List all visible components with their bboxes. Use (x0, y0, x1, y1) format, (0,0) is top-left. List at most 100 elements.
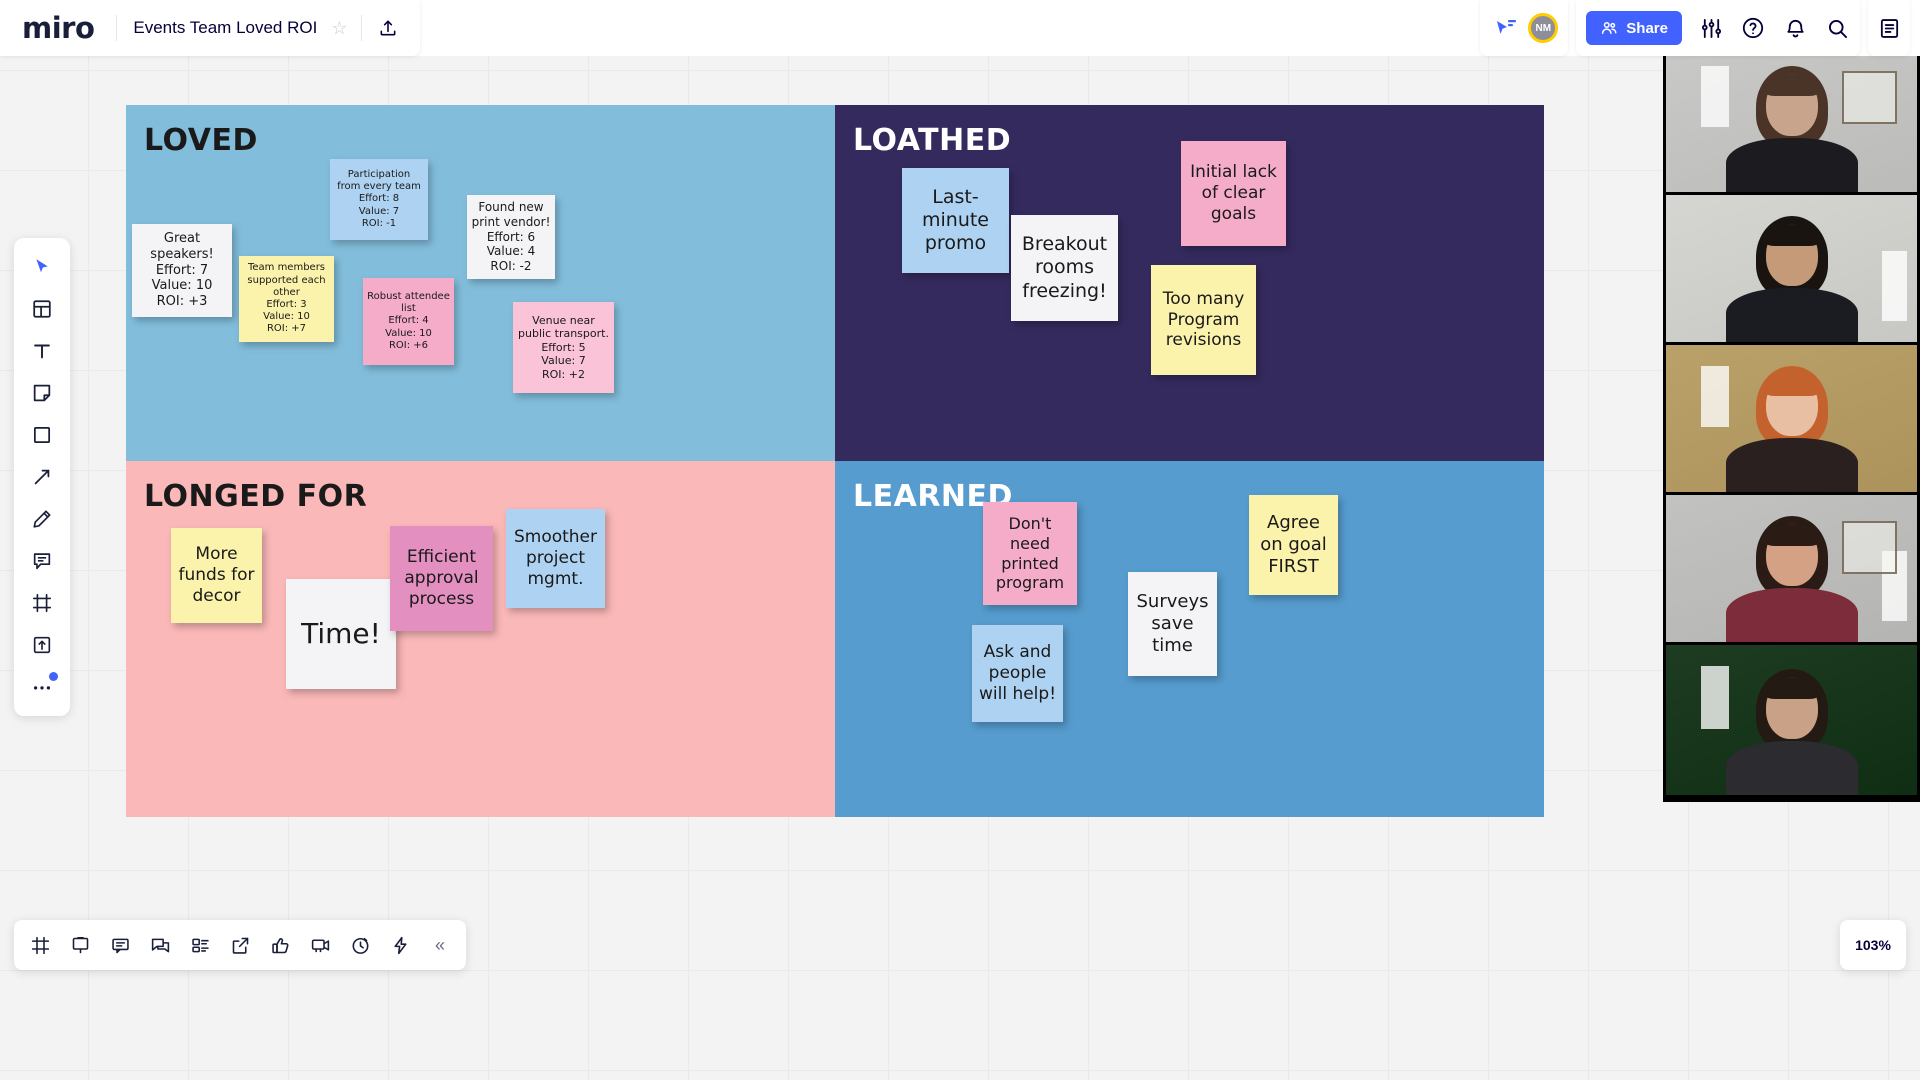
cursor-share-icon (1497, 20, 1517, 34)
external-link-icon (232, 937, 248, 954)
share-button-label: Share (1626, 19, 1668, 37)
sticky-note-initial-lack-of-clear-goals[interactable]: Initial lack of clear goals (1181, 141, 1286, 246)
video-tile-participant-5[interactable] (1666, 645, 1917, 795)
sticky-note-agree-on-goal-first[interactable]: Agree on goal FIRST (1249, 495, 1338, 595)
comments-icon[interactable] (100, 925, 140, 965)
more-tools[interactable] (20, 667, 64, 707)
sticky-note-team-members-supported[interactable]: Team members supported each other Effort… (239, 256, 334, 342)
settings-sliders-icon[interactable] (1690, 7, 1732, 49)
sticky-note-smoother-project-mgmt[interactable]: Smoother project mgmt. (506, 509, 605, 608)
bottom-tool-bar: « (14, 920, 466, 970)
quadrant-title-loathed: LOATHED (853, 123, 1012, 158)
sticky-note-great-speakers[interactable]: Great speakers! Effort: 7 Value: 10 ROI:… (132, 224, 232, 317)
quadrant-loathed: LOATHED Last- minute promo Breakout rooms … (835, 105, 1544, 461)
video-tile-participant-4[interactable] (1666, 495, 1917, 645)
sticky-note-venue-near-public-transport[interactable]: Venue near public transport. Effort: 5 V… (513, 302, 614, 393)
thumbs-up-icon (271, 937, 288, 953)
video-tile-participant-1[interactable] (1666, 45, 1917, 195)
notification-dot (49, 672, 58, 681)
top-bar-left-group: miro Events Team Loved ROI ☆ (0, 0, 421, 56)
chat-icon[interactable] (140, 925, 180, 965)
sticky-note-participation-every-team[interactable]: Participation from every team Effort: 8 … (330, 159, 428, 240)
sticky-note-too-many-program-revisions[interactable]: Too many Program revisions (1151, 265, 1256, 375)
video-camera-icon (311, 938, 329, 952)
voting-thumbs-up-icon[interactable] (260, 925, 300, 965)
export-icon[interactable] (220, 925, 260, 965)
top-bar-right-group: NM Share (1480, 0, 1920, 56)
chat-bubbles-icon (151, 938, 169, 952)
upload-tool[interactable] (20, 625, 64, 665)
sticky-note-ask-and-people-will-help[interactable]: Ask and people will help! (972, 625, 1063, 722)
text-icon (34, 344, 50, 359)
notes-panel-icon[interactable] (1868, 7, 1910, 49)
video-tile-participant-3[interactable] (1666, 345, 1917, 495)
sticky-note-efficient-approval-process[interactable]: Efficient approval process (390, 526, 493, 631)
lightning-bolt-icon (393, 936, 407, 954)
sticky-note-dont-need-printed-program[interactable]: Don't need printed program (983, 502, 1077, 605)
search-icon[interactable] (1816, 7, 1858, 49)
sticky-note-icon (33, 384, 51, 402)
quadrant-longed-for: LONGED FOR More funds for decor Time! Effic… (126, 461, 835, 817)
notes-group (1868, 0, 1910, 56)
frames-panel-icon[interactable] (20, 925, 60, 965)
shapes-tool[interactable] (20, 415, 64, 455)
comment-bubble-icon (111, 938, 129, 953)
select-tool[interactable] (20, 247, 64, 287)
comment-tool[interactable] (20, 541, 64, 581)
board-title[interactable]: Events Team Loved ROI (117, 18, 331, 38)
presentation-mode-icon[interactable] (60, 925, 100, 965)
presentation-icon (72, 936, 88, 953)
upload-icon (33, 636, 51, 654)
cards-list-icon[interactable] (180, 925, 220, 965)
ellipsis-icon (33, 686, 51, 690)
arrow-icon (34, 469, 50, 485)
cursor-arrow-icon (35, 258, 48, 272)
pen-icon (33, 510, 51, 528)
video-tile-participant-2[interactable] (1666, 195, 1917, 345)
text-tool[interactable] (20, 331, 64, 371)
sticky-note-breakout-rooms-freezing[interactable]: Breakout rooms freezing! (1011, 215, 1118, 321)
collapse-toolbar-icon[interactable]: « (420, 925, 460, 965)
sticky-note-robust-attendee-list[interactable]: Robust attendee list Effort: 4 Value: 10… (363, 278, 454, 365)
cursor-share-chip[interactable]: NM (1480, 13, 1568, 43)
clock-icon (352, 937, 368, 954)
actions-group: Share (1576, 0, 1860, 56)
quadrant-title-longed-for: LONGED FOR (144, 479, 368, 514)
upload-export-icon[interactable] (362, 18, 416, 38)
sticky-note-more-funds-for-decor[interactable]: More funds for decor (171, 528, 262, 623)
frame-tool[interactable] (20, 583, 64, 623)
connection-line-tool[interactable] (20, 457, 64, 497)
square-shape-icon (33, 426, 51, 444)
left-tool-bar (14, 238, 70, 716)
top-bar: miro Events Team Loved ROI ☆ NM Share (0, 0, 1920, 56)
templates-tool[interactable] (20, 289, 64, 329)
sticky-note-tool[interactable] (20, 373, 64, 413)
notifications-bell-icon[interactable] (1774, 7, 1816, 49)
pen-tool[interactable] (20, 499, 64, 539)
favorite-star-icon[interactable]: ☆ (331, 18, 361, 39)
timer-icon[interactable] (340, 925, 380, 965)
miro-logo[interactable]: miro (0, 11, 116, 45)
list-icon (191, 938, 209, 952)
sticky-note-found-new-print-vendor[interactable]: Found new print vendor! Effort: 6 Value:… (467, 195, 555, 279)
avatar[interactable]: NM (1528, 13, 1559, 43)
sticky-note-time[interactable]: Time! (286, 579, 396, 689)
people-icon (1602, 22, 1617, 34)
video-call-panel (1663, 42, 1920, 802)
comment-icon (33, 553, 51, 570)
frames-icon (31, 936, 49, 954)
frame-icon (32, 593, 52, 613)
sticky-note-surveys-save-time[interactable]: Surveys save time (1128, 572, 1217, 676)
share-button[interactable]: Share (1586, 11, 1682, 45)
video-chat-icon[interactable] (300, 925, 340, 965)
zoom-level-indicator[interactable]: 103% (1840, 920, 1906, 970)
help-icon[interactable] (1732, 7, 1774, 49)
quadrant-learned: LEARNED Don't need printed program Ask and… (835, 461, 1544, 817)
presence-group: NM (1480, 0, 1569, 56)
quadrant-title-loved: LOVED (144, 123, 258, 158)
templates-icon (33, 300, 51, 318)
retrospective-board: LOVED Great speakers! Effort: 7 Value: 10… (126, 105, 1544, 817)
sticky-note-last-minute-promo[interactable]: Last- minute promo (902, 168, 1009, 273)
smart-meeting-icon[interactable] (380, 925, 420, 965)
quadrant-loved: LOVED Great speakers! Effort: 7 Value: 10… (126, 105, 835, 461)
